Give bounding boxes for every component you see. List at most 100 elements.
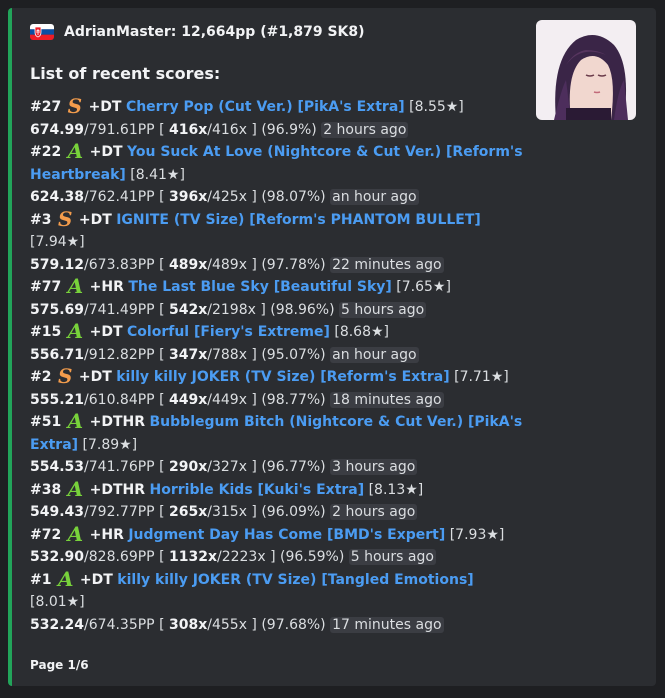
score-rank: #77 (30, 279, 62, 295)
score-max-combo-accuracy: /315x ] (96.09%) (207, 504, 326, 520)
score-entry: #51 A +DTHR Bubblegum Bitch (Nightcore &… (30, 411, 530, 479)
score-combo: 449x (168, 391, 208, 408)
grade-a-icon: A (67, 139, 84, 163)
score-pp: 624.38 (30, 189, 85, 205)
score-combo: 416x (168, 121, 208, 138)
score-header-line: #77 A +HR The Last Blue Sky [Beautiful S… (30, 276, 530, 299)
score-max-combo-accuracy: /455x ] (97.68%) (207, 616, 326, 633)
score-combo: 347x (168, 346, 208, 363)
score-timestamp[interactable]: 5 hours ago (339, 301, 427, 318)
score-rank: #27 (30, 99, 62, 115)
score-rank: #51 (30, 414, 62, 430)
score-pp: 579.12 (30, 256, 85, 273)
score-stats-line: 549.43/792.77PP [ 265x/315x ] (96.09%) 2… (30, 501, 530, 524)
score-mods: +DT (78, 369, 112, 385)
score-rank: #22 (30, 144, 62, 160)
score-max-pp: /673.83PP [ (84, 256, 169, 273)
grade-s-icon: S (57, 364, 73, 388)
score-stats-line: 556.71/912.82PP [ 347x/788x ] (95.07%) a… (30, 344, 530, 367)
score-timestamp[interactable]: 2 hours ago (330, 504, 418, 520)
score-mods: +HR (89, 526, 124, 543)
score-combo: 265x (168, 504, 208, 520)
score-pp: 556.71 (30, 346, 85, 363)
score-rank: #2 (30, 369, 52, 385)
score-timestamp[interactable]: an hour ago (330, 346, 419, 363)
score-max-pp: /674.35PP [ (84, 616, 169, 633)
star-rating: [8.55★] (409, 99, 464, 115)
score-header-line: #22 A +DT You Suck At Love (Nightcore & … (30, 141, 530, 186)
score-rank: #15 (30, 324, 62, 340)
score-entry: #1 A +DT killy killy JOKER (TV Size) [Ta… (30, 569, 530, 637)
score-stats-line: 554.53/741.76PP [ 290x/327x ] (96.77%) 3… (30, 456, 530, 479)
score-max-pp: /792.77PP [ (84, 504, 169, 520)
beatmap-link[interactable]: IGNITE (TV Size) [Reform's PHANTOM BULLE… (116, 212, 481, 228)
score-header-line: #1 A +DT killy killy JOKER (TV Size) [Ta… (30, 569, 530, 614)
score-pp: 549.43 (30, 504, 85, 520)
grade-a-icon: A (67, 319, 84, 343)
score-max-pp: /912.82PP [ (84, 346, 169, 363)
anime-avatar-icon (536, 20, 636, 120)
beatmap-link[interactable]: killy killy JOKER (TV Size) [Reform's Ex… (116, 369, 449, 385)
embed-title: List of recent scores: (30, 64, 221, 83)
score-mods: +DT (89, 324, 123, 340)
score-timestamp[interactable]: 5 hours ago (348, 549, 436, 565)
star-rating: [7.89★] (82, 436, 138, 453)
star-rating: [8.41★] (130, 166, 185, 183)
score-max-combo-accuracy: /327x ] (96.77%) (207, 459, 326, 475)
score-combo: 542x (168, 301, 208, 318)
beatmap-link[interactable]: Colorful [Fiery's Extreme] (127, 324, 330, 340)
score-max-pp: /762.41PP [ (84, 189, 169, 205)
score-entry: #38 A +DTHR Horrible Kids [Kuki's Extra]… (30, 479, 530, 524)
score-mods: +DT (78, 211, 112, 228)
grade-s-icon: S (67, 94, 83, 118)
score-mods: +HR (89, 279, 124, 295)
star-rating: [8.13★] (368, 481, 424, 498)
score-max-combo-accuracy: /425x ] (98.07%) (207, 189, 326, 205)
beatmap-link[interactable]: The Last Blue Sky [Beautiful Sky] (128, 279, 391, 295)
score-stats-line: 575.69/741.49PP [ 542x/2198x ] (98.96%) … (30, 299, 530, 322)
score-combo: 290x (168, 459, 208, 475)
score-stats-line: 624.38/762.41PP [ 396x/425x ] (98.07%) a… (30, 186, 530, 209)
beatmap-link[interactable]: Judgment Day Has Come [BMD's Expert] (128, 527, 445, 543)
score-timestamp[interactable]: 2 hours ago (321, 121, 409, 138)
score-entry: #15 A +DT Colorful [Fiery's Extreme] [8.… (30, 321, 530, 366)
beatmap-link[interactable]: Horrible Kids [Kuki's Extra] (150, 482, 365, 498)
score-max-combo-accuracy: /788x ] (95.07%) (207, 346, 326, 363)
score-entry: #77 A +HR The Last Blue Sky [Beautiful S… (30, 276, 530, 321)
score-entry: #27 S +DT Cherry Pop (Cut Ver.) [PikA's … (30, 96, 530, 141)
score-pp: 674.99 (30, 121, 85, 138)
score-timestamp[interactable]: 17 minutes ago (330, 616, 444, 633)
beatmap-link[interactable]: killy killy JOKER (TV Size) [Tangled Emo… (117, 572, 473, 588)
score-stats-line: 532.90/828.69PP [ 1132x/2223x ] (96.59%)… (30, 546, 530, 569)
score-timestamp[interactable]: an hour ago (330, 189, 419, 205)
slovakia-flag-icon (30, 24, 54, 40)
score-mods: +DT (88, 99, 122, 115)
score-pp: 532.24 (30, 616, 85, 633)
score-timestamp[interactable]: 3 hours ago (330, 459, 418, 475)
grade-a-icon: A (67, 274, 84, 298)
score-header-line: #3 S +DT IGNITE (TV Size) [Reform's PHAN… (30, 209, 530, 254)
score-max-pp: /741.76PP [ (84, 459, 169, 475)
score-pp: 554.53 (30, 459, 85, 475)
score-combo: 308x (168, 616, 208, 633)
score-mods: +DT (79, 571, 113, 588)
grade-a-icon: A (57, 566, 74, 591)
score-header-line: #2 S +DT killy killy JOKER (TV Size) [Re… (30, 366, 530, 389)
score-max-combo-accuracy: /2198x ] (98.96%) (207, 301, 335, 318)
score-timestamp[interactable]: 18 minutes ago (330, 391, 444, 408)
score-combo: 396x (168, 189, 208, 205)
score-combo: 1132x (168, 549, 217, 565)
embed-author[interactable]: AdrianMaster: 12,664pp (#1,879 SK8) (30, 24, 365, 40)
star-rating: [7.93★] (449, 526, 505, 543)
author-name: AdrianMaster: 12,664pp (#1,879 SK8) (64, 24, 365, 40)
score-entry: #22 A +DT You Suck At Love (Nightcore & … (30, 141, 530, 209)
score-header-line: #38 A +DTHR Horrible Kids [Kuki's Extra]… (30, 479, 530, 502)
score-pp: 532.90 (30, 549, 85, 565)
score-header-line: #15 A +DT Colorful [Fiery's Extreme] [8.… (30, 321, 530, 344)
beatmap-link[interactable]: Cherry Pop (Cut Ver.) [PikA's Extra] (126, 99, 405, 115)
score-max-pp: /610.84PP [ (84, 391, 169, 408)
score-max-pp: /741.49PP [ (84, 301, 169, 318)
score-timestamp[interactable]: 22 minutes ago (330, 256, 444, 273)
score-stats-line: 532.24/674.35PP [ 308x/455x ] (97.68%) 1… (30, 614, 530, 637)
recent-scores-embed: AdrianMaster: 12,664pp (#1,879 SK8) List… (8, 8, 656, 686)
